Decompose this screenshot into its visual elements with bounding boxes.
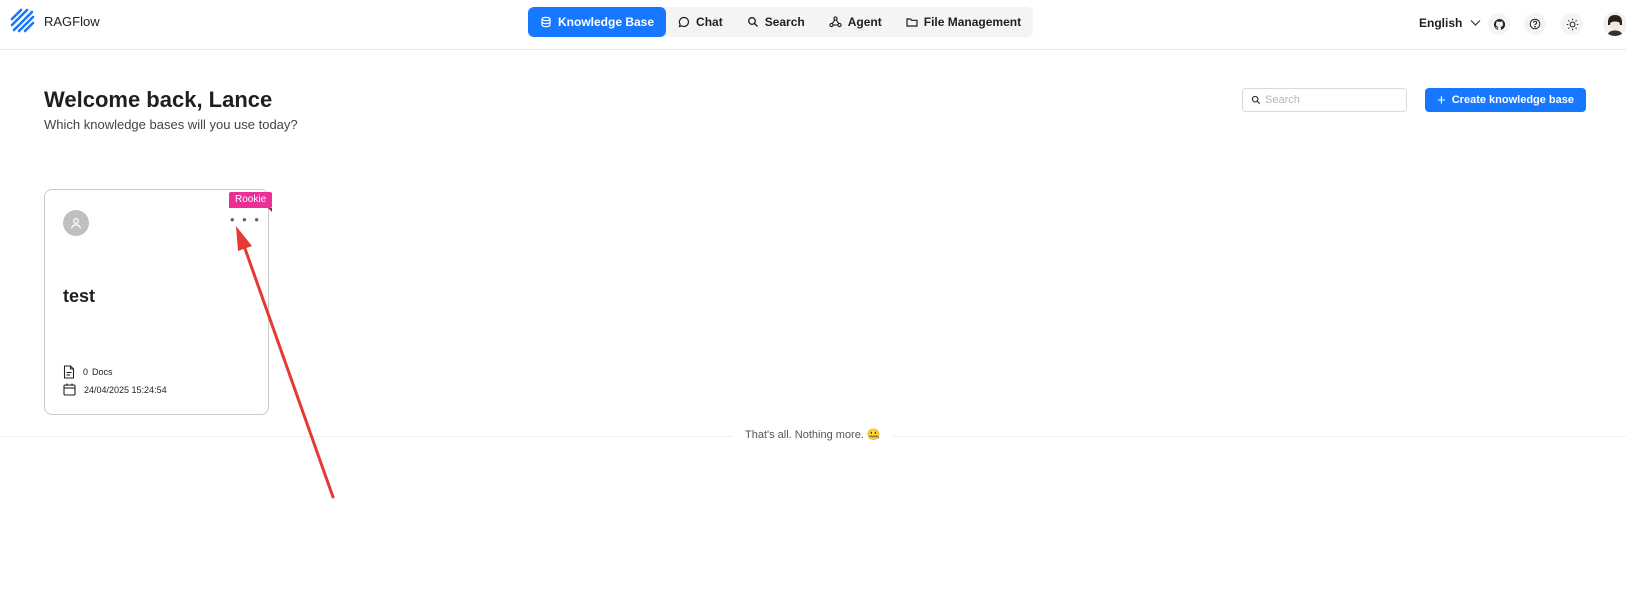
search-icon [747, 17, 758, 27]
help-button[interactable] [1524, 13, 1546, 35]
nav-label: File Management [923, 15, 1022, 29]
nav-agent[interactable]: Agent [817, 7, 894, 37]
language-selector[interactable]: English [1419, 16, 1481, 30]
more-options-icon[interactable]: • • • [230, 213, 261, 226]
kb-doc-count: 0 Docs [63, 365, 113, 379]
nav-label: Agent [847, 15, 882, 29]
doc-count-label: Docs [92, 367, 113, 377]
agent-graph-icon [829, 16, 842, 28]
create-button-label: Create knowledge base [1451, 94, 1575, 106]
main-nav: Knowledge Base Chat Search Agent File Ma… [528, 7, 1034, 37]
search-placeholder: Search [1265, 94, 1300, 106]
nav-label: Search [764, 15, 805, 29]
chat-bubble-icon [678, 16, 690, 28]
database-icon [541, 16, 551, 28]
nav-knowledge-base[interactable]: Knowledge Base [528, 7, 667, 37]
user-icon [70, 217, 82, 229]
kb-name: test [63, 286, 96, 306]
nav-chat[interactable]: Chat [666, 7, 735, 37]
nav-label: Knowledge Base [558, 15, 655, 29]
nav-search[interactable]: Search [735, 7, 817, 37]
help-circle-icon [1529, 18, 1541, 30]
theme-toggle-button[interactable] [1561, 13, 1583, 35]
brand[interactable]: RAGFlow [10, 8, 100, 34]
kb-avatar [63, 210, 89, 236]
user-avatar-image [1603, 12, 1626, 36]
welcome-section: Welcome back, Lance Which knowledge base… [44, 87, 298, 132]
kb-updated-date: 24/04/2025 15:24:54 [63, 383, 167, 396]
list-end-text: That's all. Nothing more. 🤐 [733, 428, 893, 441]
sun-icon [1566, 18, 1578, 30]
calendar-icon [63, 383, 76, 396]
document-icon [63, 365, 75, 379]
doc-count-value: 0 [83, 367, 89, 377]
search-input[interactable]: Search [1242, 88, 1407, 112]
language-label: English [1419, 16, 1463, 30]
ragflow-logo-icon [10, 8, 35, 33]
nav-file-management[interactable]: File Management [894, 7, 1033, 37]
knowledge-base-card[interactable]: • • • test 0 Docs 24/04/2025 15:24:54 [44, 189, 269, 415]
github-icon [1493, 18, 1505, 30]
top-bar: RAGFlow Knowledge Base Chat Search Agent… [0, 0, 1626, 50]
app-name: RAGFlow [44, 13, 100, 29]
page-subtitle: Which knowledge bases will you use today… [44, 117, 298, 132]
updated-value: 24/04/2025 15:24:54 [84, 384, 167, 395]
plus-icon: + [1436, 91, 1446, 109]
create-knowledge-base-button[interactable]: + Create knowledge base [1425, 88, 1586, 112]
search-icon [1251, 95, 1261, 105]
user-avatar[interactable] [1603, 12, 1626, 36]
header-tools: English [1366, 0, 1626, 48]
page-title: Welcome back, Lance [44, 87, 273, 112]
nav-label: Chat [696, 15, 723, 29]
status-badge: Rookie [229, 192, 273, 212]
github-button[interactable] [1488, 13, 1510, 35]
chevron-down-icon [1470, 20, 1481, 26]
folder-icon [906, 18, 918, 27]
